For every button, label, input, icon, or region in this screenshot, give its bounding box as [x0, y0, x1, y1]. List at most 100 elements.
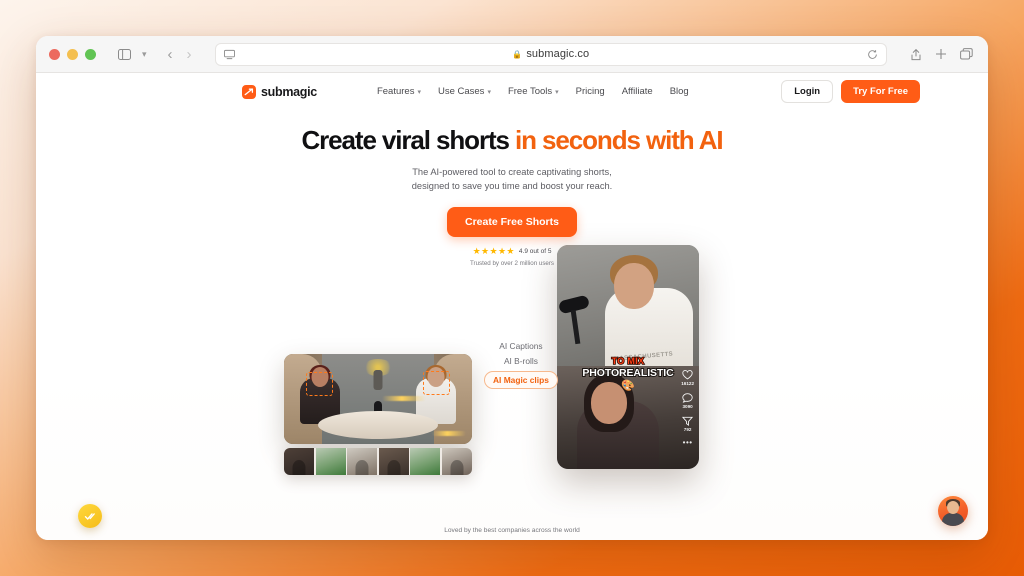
heart-icon	[682, 370, 693, 380]
frame-subject	[292, 460, 306, 475]
nav-item-affiliate[interactable]: Affiliate	[622, 86, 653, 97]
nav-actions: Login Try For Free	[781, 80, 920, 103]
back-arrow-icon[interactable]: ‹	[168, 47, 173, 62]
try-for-free-button[interactable]: Try For Free	[841, 80, 920, 103]
filmstrip-frame[interactable]	[347, 448, 378, 475]
feature-label-list: AI Captions AI B-rolls AI Magic clips	[484, 341, 558, 389]
caption-top-line: TO MIX	[611, 356, 645, 367]
avatar-body	[942, 513, 964, 526]
filmstrip-frame-selected[interactable]	[315, 448, 346, 475]
plus-icon[interactable]	[935, 48, 947, 60]
podcast-preview-card[interactable]	[284, 354, 472, 444]
vase-decor	[373, 370, 383, 390]
frame-subject	[387, 460, 401, 475]
chevron-down-icon: ▾	[487, 88, 491, 96]
filmstrip-frame[interactable]	[284, 448, 315, 475]
nav-item-free-tools[interactable]: Free Tools ▾	[508, 86, 559, 97]
face-detection-box-right	[423, 371, 450, 395]
video-caption-overlay: TO MIX PHOTOREALISTIC 🎨	[557, 356, 699, 392]
page-viewport: submagic Features ▾ Use Cases ▾ Free Too…	[36, 73, 988, 540]
nav-label: Features	[376, 86, 415, 97]
palette-icon: 🎨	[621, 379, 635, 392]
subtitle-line-1: The AI-powered tool to create captivatin…	[412, 166, 612, 177]
feature-label-ai-magic-clips[interactable]: AI Magic clips	[484, 371, 558, 389]
chevron-down-icon: ▾	[555, 88, 559, 96]
chevron-down-icon[interactable]: ▾	[142, 49, 147, 60]
maximize-window-button[interactable]	[85, 48, 96, 60]
highlight-glow-1	[382, 396, 426, 401]
nav-label: Use Cases	[437, 86, 485, 97]
trusted-text: Trusted by over 2 million users	[469, 260, 555, 268]
feature-label-ai-captions[interactable]: AI Captions	[499, 341, 542, 351]
subtitle-line-2: designed to save you time and boost your…	[411, 181, 613, 191]
share-icon[interactable]	[910, 48, 922, 61]
comment-action[interactable]: 3090	[682, 393, 693, 409]
navigation-arrows: ‹ ›	[168, 47, 192, 62]
address-bar[interactable]: 🔒 submagic.co	[214, 42, 887, 66]
share-action[interactable]: 792	[682, 416, 694, 432]
browser-window: ▾ ‹ › 🔒 submagic.co submagic Features ▾ …	[36, 36, 988, 540]
reload-icon[interactable]	[867, 49, 878, 60]
caption-main-line: PHOTOREALISTIC	[581, 367, 674, 379]
browser-toolbar: ▾ ‹ › 🔒 submagic.co	[36, 36, 988, 73]
close-window-button[interactable]	[49, 48, 60, 60]
video-subject-head	[613, 262, 654, 309]
share-icon	[682, 416, 694, 426]
comment-icon	[682, 393, 693, 403]
mic-stand	[570, 310, 581, 345]
podcast-table	[317, 411, 439, 439]
rating-value: 4.9 out of 5	[518, 248, 552, 256]
nav-links: Features ▾ Use Cases ▾ Free Tools ▾ Pric…	[377, 86, 689, 97]
login-button[interactable]: Login	[781, 80, 834, 103]
minimize-window-button[interactable]	[67, 48, 78, 60]
rating-row: ★★★★★ 4.9 out of 5	[36, 246, 988, 257]
highlight-glow-2	[432, 431, 466, 436]
tab-overview-icon[interactable]	[960, 48, 973, 60]
timeline-filmstrip[interactable]	[284, 448, 472, 475]
title-accent: in seconds with AI	[515, 125, 724, 155]
logo-mark-icon	[242, 84, 256, 99]
more-options-icon[interactable]: •••	[683, 439, 693, 447]
nav-item-blog[interactable]: Blog	[670, 86, 689, 97]
social-actions-overlay: 16122 3090 792 •••	[681, 370, 694, 447]
face-detection-box-left	[306, 372, 333, 396]
support-chat-avatar-button[interactable]	[938, 496, 968, 526]
nav-item-features[interactable]: Features ▾	[377, 86, 421, 97]
check-badge-icon	[84, 512, 95, 520]
logo-text: submagic	[261, 84, 317, 99]
podcast-scene	[284, 354, 472, 444]
url-text: submagic.co	[526, 48, 590, 60]
site-navbar: submagic Features ▾ Use Cases ▾ Free Too…	[36, 73, 988, 110]
nav-item-pricing[interactable]: Pricing	[576, 86, 605, 97]
star-rating-icon: ★★★★★	[472, 246, 515, 257]
filmstrip-frame-selected[interactable]	[410, 448, 441, 475]
feedback-badge-button[interactable]	[78, 504, 102, 528]
hero-subtitle: The AI-powered tool to create captivatin…	[36, 165, 988, 194]
filmstrip-frame[interactable]	[441, 448, 472, 475]
create-free-shorts-button[interactable]: Create Free Shorts	[447, 207, 577, 238]
comment-count: 3090	[682, 404, 693, 409]
forward-arrow-icon[interactable]: ›	[187, 47, 192, 62]
hero-section: Create viral shorts in seconds with AI T…	[36, 126, 988, 268]
like-count: 16122	[681, 381, 694, 386]
frame-subject	[355, 460, 369, 475]
page-title: Create viral shorts in seconds with AI	[36, 126, 988, 155]
window-traffic-lights	[49, 48, 96, 60]
share-count: 792	[683, 427, 692, 432]
toolbar-actions	[910, 48, 973, 61]
title-primary: Create viral shorts	[301, 125, 510, 155]
filmstrip-frame[interactable]	[378, 448, 409, 475]
chevron-down-icon: ▾	[417, 88, 421, 96]
lock-icon: 🔒	[512, 49, 523, 59]
nav-label: Free Tools	[507, 86, 553, 97]
like-action[interactable]: 16122	[681, 370, 694, 386]
short-video-preview-card[interactable]: MASSACHUSETTS TO MIX PHOTOREALISTIC 🎨 16…	[557, 245, 699, 469]
avatar	[947, 501, 959, 514]
nav-item-use-cases[interactable]: Use Cases ▾	[438, 86, 491, 97]
sidebar-toggle-icon[interactable]	[118, 48, 131, 60]
reader-view-icon[interactable]	[223, 49, 235, 60]
companies-strip-caption: Loved by the best companies across the w…	[444, 527, 580, 534]
frame-subject	[450, 460, 464, 475]
feature-label-ai-brolls[interactable]: AI B-rolls	[504, 356, 538, 366]
submagic-logo[interactable]: submagic	[242, 84, 317, 99]
